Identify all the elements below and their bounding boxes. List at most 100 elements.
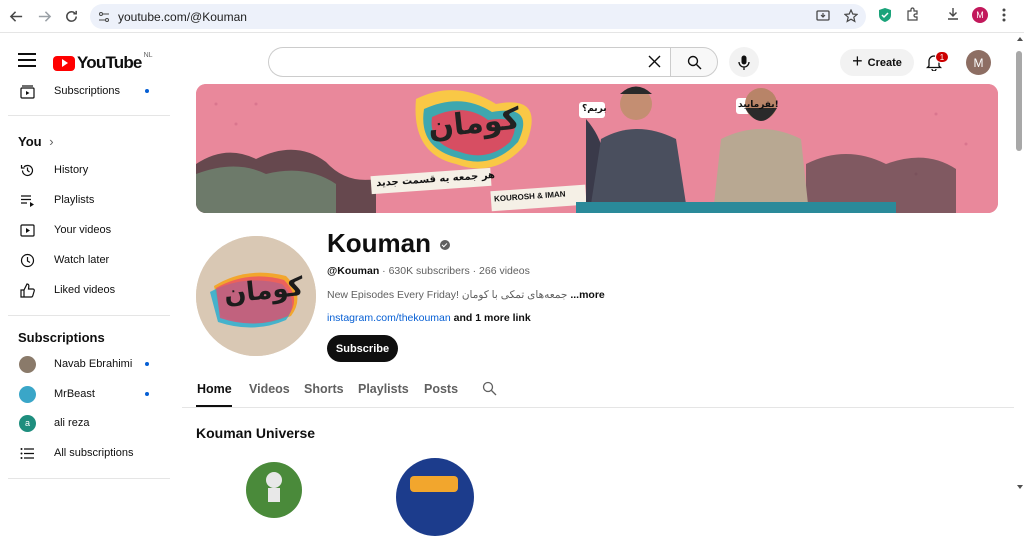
sidebar-item-label: History: [54, 164, 89, 176]
channel-name: Kouman: [327, 228, 431, 258]
channel-thumbnail[interactable]: [246, 462, 302, 518]
chevron-right-icon: ›: [49, 134, 54, 149]
reload-icon[interactable]: [57, 2, 85, 30]
history-icon: [19, 162, 35, 178]
sidebar-sub-mrbeast[interactable]: MrBeast: [0, 380, 172, 408]
you-heading-label: You: [18, 134, 42, 149]
sidebar-divider: [8, 478, 170, 479]
sidebar-item-subscriptions[interactable]: Subscriptions: [0, 77, 172, 105]
avatar-initial: a: [24, 418, 30, 428]
sidebar-item-all-subscriptions[interactable]: All subscriptions: [0, 439, 172, 467]
scroll-up-arrow-icon[interactable]: [1017, 37, 1023, 41]
channel-search-icon[interactable]: [482, 381, 497, 401]
sidebar-item-label: Your videos: [54, 224, 112, 236]
sidebar-item-label: MrBeast: [54, 388, 95, 400]
section-title: Kouman Universe: [196, 425, 316, 441]
shield-extension-icon[interactable]: [878, 7, 892, 23]
profile-initial: M: [976, 10, 984, 20]
instagram-link[interactable]: instagram.com/thekouman: [327, 312, 451, 324]
channel-avatar[interactable]: کومان: [196, 236, 316, 356]
active-tab-indicator: [196, 405, 232, 407]
sidebar-divider: [8, 315, 170, 316]
sidebar-item-label: ali reza: [54, 417, 90, 429]
sidebar-item-label: Liked videos: [54, 284, 116, 296]
tab-posts[interactable]: Posts: [424, 382, 458, 396]
sidebar-sub-ali-reza[interactable]: a ali reza: [0, 409, 172, 437]
sidebar-item-label: Subscriptions: [54, 85, 121, 97]
logo-text: YouTube: [77, 53, 142, 72]
bookmark-star-icon[interactable]: [844, 9, 858, 23]
clear-search-icon[interactable]: [648, 53, 661, 73]
sidebar: Subscriptions You › History Playlists Yo…: [0, 80, 172, 495]
sidebar-item-your-videos[interactable]: Your videos: [0, 216, 172, 244]
channel-description[interactable]: New Episodes Every Friday! جمعه‌های تمکی…: [327, 289, 605, 301]
sidebar-divider: [8, 115, 170, 116]
account-initial: M: [973, 55, 984, 70]
site-info-icon[interactable]: [98, 11, 110, 23]
scroll-down-arrow-icon[interactable]: [1017, 485, 1023, 489]
sidebar-sub-navab-ebrahimi[interactable]: Navab Ebrahimi: [0, 350, 172, 378]
create-label: Create: [867, 56, 902, 69]
page-scrollbar[interactable]: [1014, 33, 1024, 495]
more-links-link[interactable]: and 1 more link: [451, 312, 531, 324]
sidebar-item-history[interactable]: History: [0, 156, 172, 184]
channel-logo-icon: [410, 476, 458, 492]
address-bar[interactable]: youtube.com/@Kouman: [90, 4, 866, 29]
notification-badge: 1: [935, 51, 949, 63]
sidebar-item-watch-later[interactable]: Watch later: [0, 246, 172, 274]
tab-playlists[interactable]: Playlists: [358, 382, 409, 396]
back-icon[interactable]: [2, 2, 30, 30]
more-vert-icon[interactable]: [1002, 8, 1006, 22]
sidebar-item-label: All subscriptions: [54, 447, 134, 459]
watch-later-icon: [19, 252, 35, 268]
install-app-icon[interactable]: [816, 9, 830, 23]
search-icon: [687, 55, 701, 69]
search-input[interactable]: [268, 47, 670, 77]
profile-avatar[interactable]: M: [972, 7, 988, 23]
subscribe-button[interactable]: Subscribe: [327, 335, 398, 362]
create-button[interactable]: + Create: [840, 49, 914, 76]
youtube-logo[interactable]: YouTube NL: [53, 51, 153, 73]
new-content-dot: [145, 392, 149, 396]
forward-icon[interactable]: [30, 2, 58, 30]
account-avatar[interactable]: M: [966, 50, 991, 75]
subscriptions-heading: Subscriptions: [18, 330, 105, 345]
description-text: New Episodes Every Friday! جمعه‌های تمکی…: [327, 289, 571, 301]
tab-videos[interactable]: Videos: [249, 382, 290, 396]
you-heading[interactable]: You ›: [18, 134, 54, 149]
download-icon[interactable]: [946, 7, 960, 21]
channel-avatar-mrbeast: [19, 385, 36, 403]
search-button[interactable]: [670, 47, 718, 77]
channel-avatar-navab: [19, 355, 36, 373]
description-more-link[interactable]: ...more: [570, 289, 604, 301]
liked-videos-icon: [19, 282, 35, 298]
browser-toolbar: youtube.com/@Kouman M: [0, 0, 1024, 33]
channel-tabs: Home Videos Shorts Playlists Posts: [182, 372, 1014, 408]
hamburger-menu-icon[interactable]: [18, 53, 36, 71]
channel-thumbnail[interactable]: [396, 458, 474, 536]
url-text: youtube.com/@Kouman: [118, 9, 247, 24]
sidebar-item-playlists[interactable]: Playlists: [0, 186, 172, 214]
channel-stats: · 630K subscribers · 266 videos: [379, 265, 530, 277]
sidebar-item-label: Watch later: [54, 254, 110, 266]
tab-home[interactable]: Home: [197, 382, 232, 396]
new-content-dot: [145, 89, 149, 93]
your-videos-icon: [19, 222, 35, 238]
voice-search-button[interactable]: [729, 47, 759, 77]
skeleton-logo-icon: [266, 472, 282, 502]
sidebar-item-liked-videos[interactable]: Liked videos: [0, 276, 172, 304]
new-content-dot: [145, 362, 149, 366]
scrollbar-thumb[interactable]: [1016, 51, 1022, 151]
country-code: NL: [143, 51, 153, 59]
subscriptions-icon: [19, 83, 35, 99]
tab-shorts[interactable]: Shorts: [304, 382, 344, 396]
play-logo-icon: [53, 55, 75, 71]
plus-icon: +: [852, 51, 863, 71]
banner-bubble-1: بریم؟: [582, 104, 607, 114]
channel-meta: @Kouman · 630K subscribers · 266 videos: [327, 265, 530, 277]
microphone-icon: [738, 55, 750, 70]
extensions-puzzle-icon[interactable]: [906, 7, 920, 21]
sidebar-item-label: Navab Ebrahimi: [54, 358, 133, 370]
banner-bubble-2: بفرمایید!: [738, 100, 779, 110]
verified-badge-icon: [440, 240, 450, 250]
